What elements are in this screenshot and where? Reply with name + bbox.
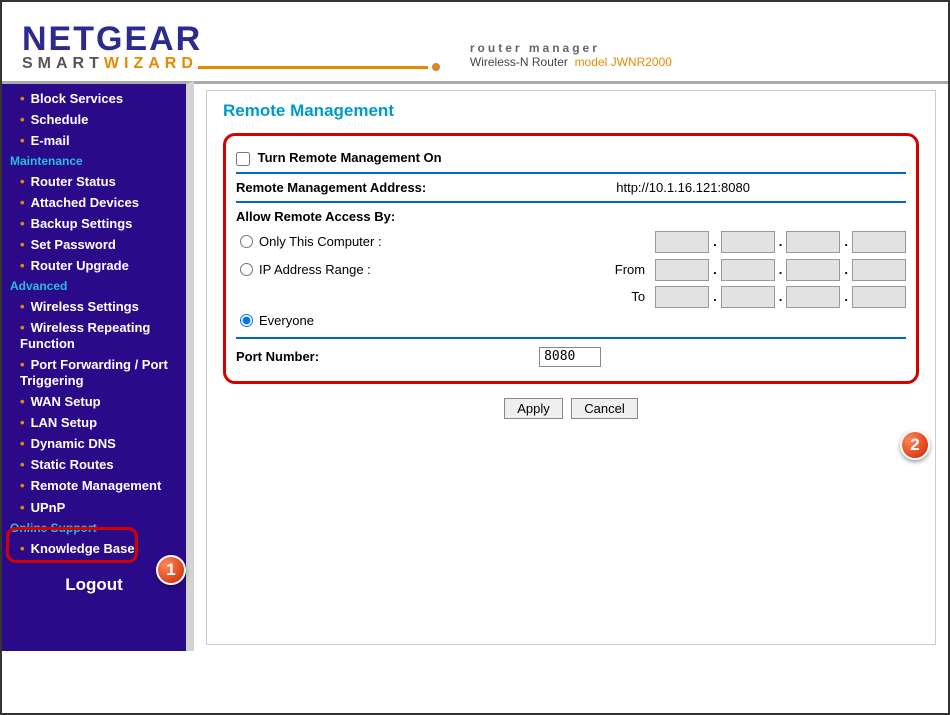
router-admin-page: NETGEAR SMARTWIZARD router manager Wirel… bbox=[0, 0, 950, 715]
enable-remote-label: Turn Remote Management On bbox=[258, 150, 442, 165]
cancel-button[interactable]: Cancel bbox=[571, 398, 637, 419]
enable-remote-checkbox[interactable] bbox=[236, 152, 250, 166]
allow-access-label: Allow Remote Access By: bbox=[236, 209, 906, 228]
sidebar-item-wan-setup[interactable]: WAN Setup bbox=[2, 391, 186, 412]
ip-octet-input[interactable] bbox=[721, 286, 775, 308]
only-this-row: Only This Computer : . . . bbox=[236, 228, 906, 256]
ip-octet-input[interactable] bbox=[786, 286, 840, 308]
page-title: Remote Management bbox=[223, 101, 919, 121]
brand-subtitle: SMARTWIZARD bbox=[22, 55, 198, 73]
to-label: To bbox=[605, 289, 645, 304]
enable-remote-row: Turn Remote Management On bbox=[236, 144, 906, 174]
settings-highlight-box: Turn Remote Management On Remote Managem… bbox=[223, 133, 919, 384]
header: NETGEAR SMARTWIZARD router manager Wirel… bbox=[2, 2, 948, 81]
ip-octet-input[interactable] bbox=[721, 231, 775, 253]
sidebar-heading-maintenance: Maintenance bbox=[2, 151, 186, 171]
product-subhead: router manager Wireless-N Router model J… bbox=[470, 41, 672, 73]
sidebar-item-static-routes[interactable]: Static Routes bbox=[2, 454, 186, 475]
sidebar-item-upnp[interactable]: UPnP bbox=[2, 497, 186, 518]
ip-octet-input[interactable] bbox=[852, 231, 906, 253]
divider-line bbox=[198, 66, 428, 69]
ip-range-from-group: From . . . bbox=[605, 259, 906, 281]
sidebar-heading-advanced: Advanced bbox=[2, 276, 186, 296]
sidebar-item-email[interactable]: E-mail bbox=[2, 130, 186, 151]
sidebar-item-backup-settings[interactable]: Backup Settings bbox=[2, 213, 186, 234]
annotation-badge-2: 2 bbox=[900, 430, 930, 460]
ip-octet-input[interactable] bbox=[786, 259, 840, 281]
apply-button[interactable]: Apply bbox=[504, 398, 563, 419]
allow-access-section: Allow Remote Access By: Only This Comput… bbox=[236, 203, 906, 339]
ip-octet-input[interactable] bbox=[721, 259, 775, 281]
ip-range-radio[interactable] bbox=[240, 263, 253, 276]
only-this-ip-group: . . . bbox=[655, 231, 906, 253]
ip-octet-input[interactable] bbox=[852, 286, 906, 308]
sidebar-item-set-password[interactable]: Set Password bbox=[2, 234, 186, 255]
port-number-row: Port Number: bbox=[236, 339, 906, 371]
action-buttons: Apply Cancel bbox=[223, 398, 919, 419]
ip-range-label: IP Address Range : bbox=[259, 262, 371, 277]
brand-logo: NETGEAR bbox=[22, 20, 440, 59]
annotation-badge-1: 1 bbox=[156, 555, 186, 585]
ip-range-to-row: To . . . bbox=[236, 284, 906, 310]
content-area: Remote Management Turn Remote Management… bbox=[194, 81, 948, 651]
from-label: From bbox=[605, 262, 645, 277]
sidebar-item-knowledge-base[interactable]: Knowledge Base bbox=[2, 538, 186, 559]
ip-octet-input[interactable] bbox=[655, 259, 709, 281]
remote-address-row: Remote Management Address: http://10.1.1… bbox=[236, 174, 906, 203]
divider-dot bbox=[432, 63, 440, 71]
everyone-radio[interactable] bbox=[240, 314, 253, 327]
sidebar-item-lan-setup[interactable]: LAN Setup bbox=[2, 412, 186, 433]
everyone-label: Everyone bbox=[259, 313, 314, 328]
sidebar-item-remote-management[interactable]: Remote Management bbox=[2, 475, 186, 497]
sidebar-item-schedule[interactable]: Schedule bbox=[2, 109, 186, 130]
port-number-input[interactable] bbox=[539, 347, 601, 367]
sidebar-item-wireless-repeating[interactable]: Wireless Repeating Function bbox=[2, 317, 186, 354]
sidebar-item-attached-devices[interactable]: Attached Devices bbox=[2, 192, 186, 213]
sidebar-item-wireless-settings[interactable]: Wireless Settings bbox=[2, 296, 186, 317]
sidebar-item-dynamic-dns[interactable]: Dynamic DNS bbox=[2, 433, 186, 454]
sidebar-item-port-forwarding[interactable]: Port Forwarding / Port Triggering bbox=[2, 354, 186, 391]
ip-octet-input[interactable] bbox=[786, 231, 840, 253]
sidebar-item-router-upgrade[interactable]: Router Upgrade bbox=[2, 255, 186, 276]
ip-range-to-group: To . . . bbox=[605, 286, 906, 308]
remote-address-label: Remote Management Address: bbox=[236, 180, 426, 195]
ip-range-row: IP Address Range : From . . . bbox=[236, 256, 906, 284]
remote-address-value: http://10.1.16.121:8080 bbox=[616, 180, 750, 195]
ip-octet-input[interactable] bbox=[655, 231, 709, 253]
sidebar-item-router-status[interactable]: Router Status bbox=[2, 171, 186, 192]
ip-octet-input[interactable] bbox=[655, 286, 709, 308]
everyone-row: Everyone bbox=[236, 310, 906, 331]
only-this-radio[interactable] bbox=[240, 235, 253, 248]
ip-octet-input[interactable] bbox=[852, 259, 906, 281]
sidebar-heading-support: Online Support bbox=[2, 518, 186, 538]
sidebar-item-block-services[interactable]: Block Services bbox=[2, 88, 186, 109]
only-this-label: Only This Computer : bbox=[259, 234, 382, 249]
port-number-label: Port Number: bbox=[236, 349, 319, 364]
